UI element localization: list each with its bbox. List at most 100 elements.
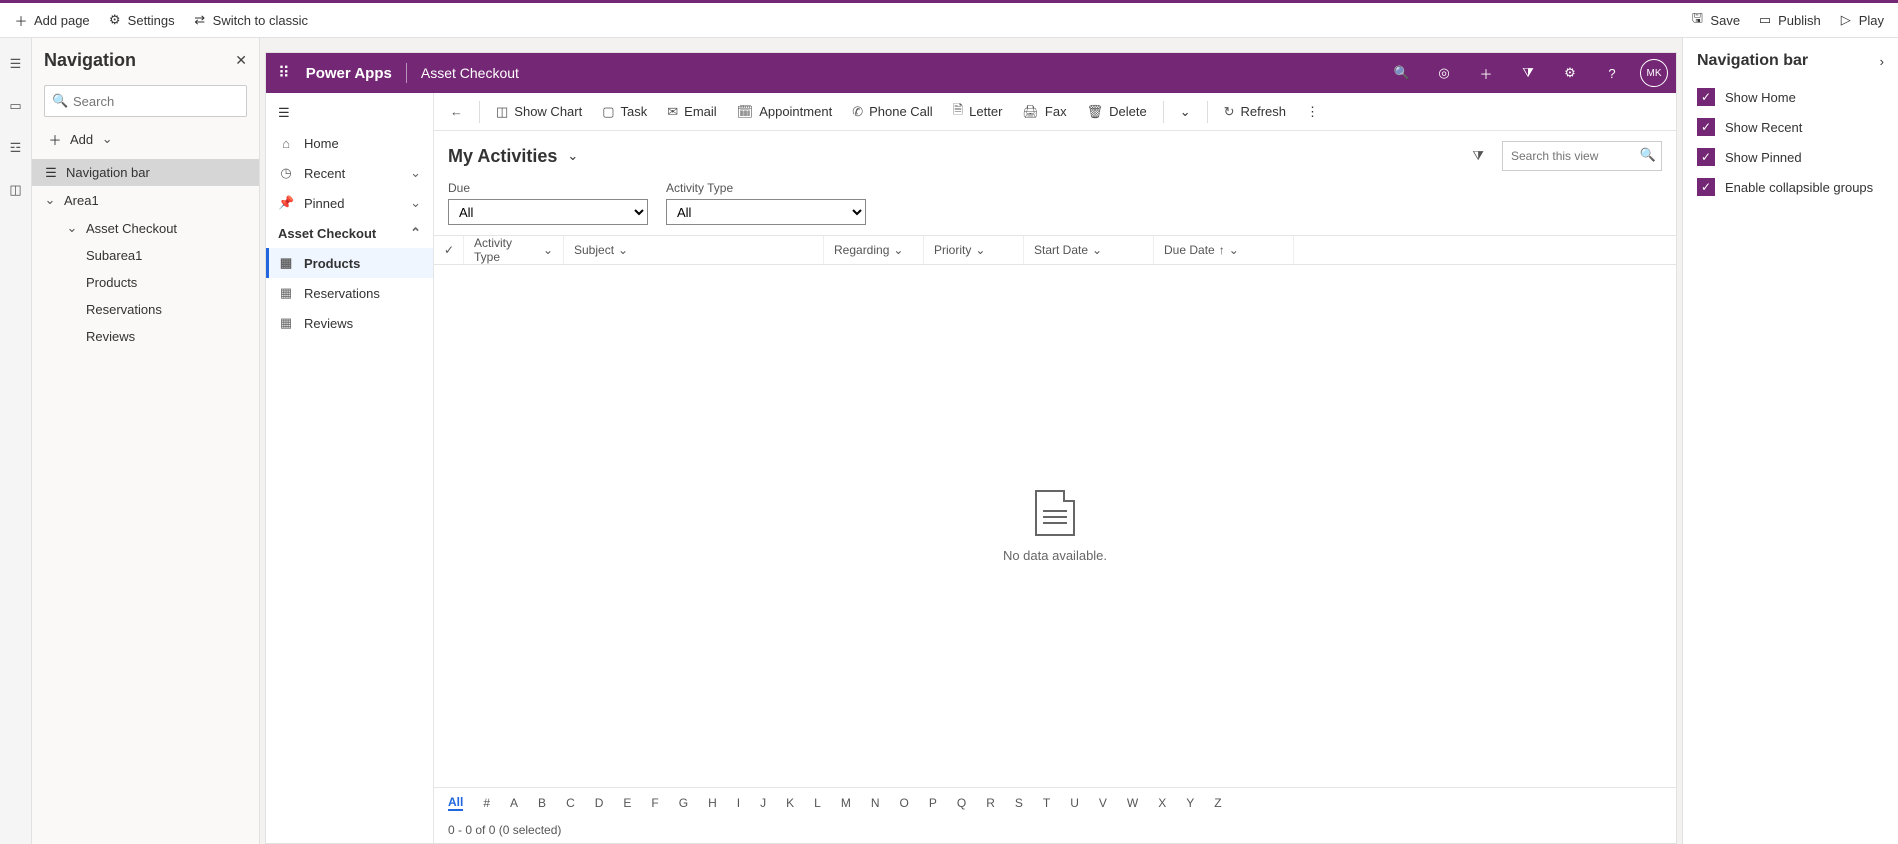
alpha-letter[interactable]: H xyxy=(708,796,717,810)
tree-item-products[interactable]: Products xyxy=(32,269,259,296)
filter-type-select[interactable]: All xyxy=(666,199,866,225)
col-regarding[interactable]: Regarding ⌄ xyxy=(824,236,924,264)
view-search-input[interactable] xyxy=(1502,141,1662,171)
cmd-fax[interactable]: 🖨Fax xyxy=(1014,100,1074,124)
nav-add-button[interactable]: ＋ Add ⌄ xyxy=(32,123,259,155)
side-nav-reviews[interactable]: ▦ Reviews xyxy=(266,308,433,338)
option-collapsible-groups[interactable]: ✓ Enable collapsible groups xyxy=(1691,172,1890,202)
save-button[interactable]: 🖫 Save xyxy=(1688,9,1742,32)
alpha-letter[interactable]: R xyxy=(986,796,995,810)
alpha-letter[interactable]: A xyxy=(510,796,518,810)
chevron-down-icon: ⌄ xyxy=(410,165,421,181)
col-subject[interactable]: Subject ⌄ xyxy=(564,236,824,264)
rail-tree-icon[interactable]: ☲ xyxy=(10,140,22,156)
alpha-letter[interactable]: Y xyxy=(1186,796,1194,810)
option-show-home[interactable]: ✓ Show Home xyxy=(1691,82,1890,112)
side-nav-reservations[interactable]: ▦ Reservations xyxy=(266,278,433,308)
grid-select-all[interactable]: ✓ xyxy=(434,236,464,264)
tree-item-asset-checkout[interactable]: ⌄ Asset Checkout xyxy=(32,214,259,242)
open-filter-icon[interactable]: ⧩ xyxy=(1472,148,1484,164)
cmd-delete-dropdown[interactable]: ⌄ xyxy=(1172,100,1199,124)
side-nav-hamburger-icon[interactable]: ☰ xyxy=(266,97,433,129)
nav-search-input[interactable] xyxy=(44,85,247,117)
header-search-icon[interactable]: 🔍 xyxy=(1388,59,1416,87)
col-start-date[interactable]: Start Date ⌄ xyxy=(1024,236,1154,264)
option-show-recent[interactable]: ✓ Show Recent xyxy=(1691,112,1890,142)
alpha-letter[interactable]: L xyxy=(814,796,821,810)
alpha-letter[interactable]: M xyxy=(841,796,851,810)
view-dropdown-icon[interactable]: ⌄ xyxy=(567,148,578,164)
alpha-letter[interactable]: Q xyxy=(957,796,966,810)
alpha-letter[interactable]: I xyxy=(737,796,740,810)
alpha-letter[interactable]: D xyxy=(595,796,604,810)
alpha-letter[interactable]: J xyxy=(760,796,766,810)
cmd-delete[interactable]: 🗑Delete xyxy=(1079,100,1155,124)
col-priority[interactable]: Priority ⌄ xyxy=(924,236,1024,264)
alpha-letter[interactable]: Z xyxy=(1214,796,1221,810)
rail-page-icon[interactable]: ▭ xyxy=(9,98,21,114)
alpha-letter[interactable]: G xyxy=(679,796,688,810)
header-filter-icon[interactable]: ⧩ xyxy=(1514,59,1542,87)
rail-data-icon[interactable]: ◫ xyxy=(9,182,21,198)
alpha-letter[interactable]: All xyxy=(448,795,463,811)
side-nav-home[interactable]: ⌂ Home xyxy=(266,129,433,158)
header-assistant-icon[interactable]: ◎ xyxy=(1430,59,1458,87)
alpha-letter[interactable]: C xyxy=(566,796,575,810)
header-help-icon[interactable]: ? xyxy=(1598,59,1626,87)
cmd-letter[interactable]: 🗎Letter xyxy=(945,97,1011,127)
publish-button[interactable]: ▭ Publish xyxy=(1756,9,1823,32)
alpha-letter[interactable]: T xyxy=(1043,796,1050,810)
avatar[interactable]: MK xyxy=(1640,59,1668,87)
cmd-email[interactable]: ✉Email xyxy=(659,100,724,124)
preview-main: ← ◫Show Chart ▢Task ✉Email 🗓Appointment … xyxy=(434,93,1676,843)
cmd-phone-call[interactable]: ✆Phone Call xyxy=(844,100,941,124)
waffle-icon[interactable]: ⠿ xyxy=(274,63,292,83)
alpha-letter[interactable]: K xyxy=(786,796,794,810)
sort-asc-icon: ↑ xyxy=(1219,243,1225,257)
preview-canvas: ⠿ Power Apps Asset Checkout 🔍 ◎ ＋ ⧩ ⚙ ? … xyxy=(260,38,1682,844)
alpha-letter[interactable]: X xyxy=(1158,796,1166,810)
option-show-pinned[interactable]: ✓ Show Pinned xyxy=(1691,142,1890,172)
tree-item-area1[interactable]: ⌄ Area1 xyxy=(32,186,259,214)
add-page-button[interactable]: ＋ Add page xyxy=(12,9,92,32)
cmd-refresh[interactable]: ↻Refresh xyxy=(1216,100,1294,124)
alpha-letter[interactable]: V xyxy=(1099,796,1107,810)
play-button[interactable]: ▷ Play xyxy=(1837,9,1886,32)
tree-item-reviews[interactable]: Reviews xyxy=(32,323,259,350)
alpha-letter[interactable]: F xyxy=(651,796,658,810)
alpha-letter[interactable]: # xyxy=(483,796,490,810)
close-icon[interactable]: ✕ xyxy=(235,52,247,69)
cmd-overflow[interactable]: ⋮ xyxy=(1298,100,1327,124)
filter-due-select[interactable]: All xyxy=(448,199,648,225)
alpha-letter[interactable]: E xyxy=(623,796,631,810)
col-activity-type[interactable]: Activity Type ⌄ xyxy=(464,236,564,264)
back-button[interactable]: ← xyxy=(442,100,471,123)
rail-hamburger-icon[interactable]: ☰ xyxy=(10,56,22,72)
alpha-letter[interactable]: N xyxy=(871,796,880,810)
side-nav-pinned[interactable]: 📌 Pinned ⌄ xyxy=(266,188,433,218)
tree-item-reservations[interactable]: Reservations xyxy=(32,296,259,323)
tree-item-navigation-bar[interactable]: ☰ Navigation bar xyxy=(32,159,259,186)
collapse-panel-icon[interactable]: › xyxy=(1880,54,1884,69)
side-nav-products[interactable]: ▦ Products xyxy=(266,248,433,278)
alpha-letter[interactable]: S xyxy=(1015,796,1023,810)
app-preview: ⠿ Power Apps Asset Checkout 🔍 ◎ ＋ ⧩ ⚙ ? … xyxy=(265,52,1677,844)
alpha-letter[interactable]: W xyxy=(1127,796,1138,810)
header-gear-icon[interactable]: ⚙ xyxy=(1556,59,1584,87)
switch-classic-button[interactable]: ⇄ Switch to classic xyxy=(191,9,310,32)
tree-item-subarea1[interactable]: Subarea1 xyxy=(32,242,259,269)
cmd-task[interactable]: ▢Task xyxy=(594,100,655,124)
alpha-letter[interactable]: O xyxy=(900,796,909,810)
side-nav-recent[interactable]: ◷ Recent ⌄ xyxy=(266,158,433,188)
col-due-date[interactable]: Due Date ↑ ⌄ xyxy=(1154,236,1294,264)
header-plus-icon[interactable]: ＋ xyxy=(1472,59,1500,87)
search-go-icon[interactable]: 🔍 xyxy=(1640,147,1656,163)
settings-button[interactable]: ⚙ Settings xyxy=(106,9,177,32)
cmd-appointment[interactable]: 🗓Appointment xyxy=(729,100,841,124)
cmd-show-chart[interactable]: ◫Show Chart xyxy=(488,100,590,124)
swap-icon: ⇄ xyxy=(193,13,207,27)
alpha-letter[interactable]: B xyxy=(538,796,546,810)
side-nav-group-asset-checkout[interactable]: Asset Checkout ⌃ xyxy=(266,218,433,248)
alpha-letter[interactable]: U xyxy=(1070,796,1079,810)
alpha-letter[interactable]: P xyxy=(929,796,937,810)
